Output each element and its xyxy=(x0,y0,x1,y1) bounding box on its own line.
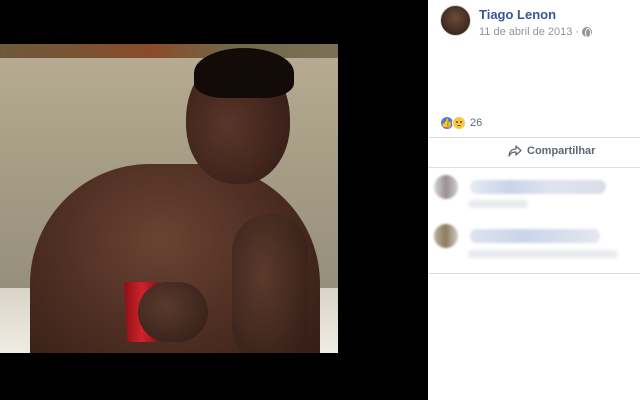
comment-avatar xyxy=(434,175,458,199)
post-sidebar: Tiago Lenon 11 de abril de 2013 · 👍 26 C… xyxy=(428,0,640,400)
share-button[interactable]: Compartilhar xyxy=(508,145,595,157)
divider xyxy=(428,273,640,274)
comment-item xyxy=(434,175,606,199)
comment-bubble xyxy=(470,229,600,243)
comment-bubble xyxy=(470,180,606,194)
reactions-summary[interactable]: 👍 26 xyxy=(440,116,482,130)
post-date[interactable]: 11 de abril de 2013 xyxy=(479,25,572,39)
date-separator: · xyxy=(575,26,580,38)
author-meta: Tiago Lenon 11 de abril de 2013 · xyxy=(479,5,593,39)
comment-item xyxy=(434,224,600,248)
post-photo[interactable] xyxy=(0,44,338,353)
divider xyxy=(428,167,640,168)
photo-subject-arm xyxy=(232,214,308,353)
author-name[interactable]: Tiago Lenon xyxy=(479,7,592,23)
comment-avatar xyxy=(434,224,458,248)
reaction-count: 26 xyxy=(470,117,483,129)
author-avatar[interactable] xyxy=(440,5,471,36)
divider xyxy=(428,137,640,138)
sad-icon xyxy=(452,116,466,130)
globe-icon[interactable] xyxy=(582,27,593,38)
photo-subject-hand xyxy=(138,282,208,342)
photo-subject-hair xyxy=(194,48,294,98)
comment-meta xyxy=(468,200,528,208)
share-label: Compartilhar xyxy=(527,145,596,157)
post-author: Tiago Lenon 11 de abril de 2013 · xyxy=(440,5,593,39)
post-date-row: 11 de abril de 2013 · xyxy=(479,25,593,39)
comment-meta xyxy=(468,250,618,258)
share-icon xyxy=(508,145,522,157)
photo-viewer xyxy=(0,0,428,400)
